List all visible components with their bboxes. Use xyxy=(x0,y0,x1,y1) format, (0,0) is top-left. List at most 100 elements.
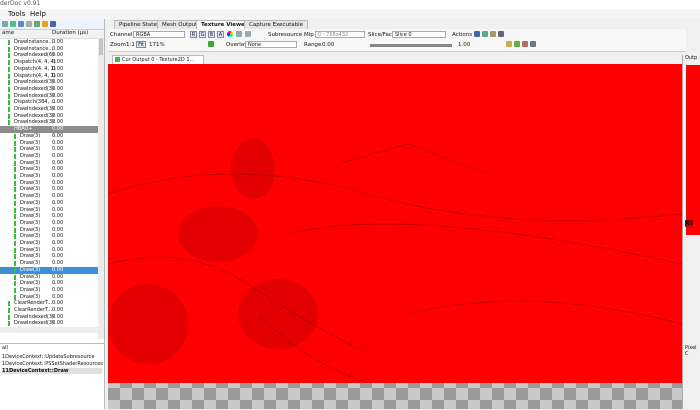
save-texture-icon[interactable] xyxy=(474,31,480,37)
event-marker xyxy=(14,180,16,186)
texture-shading xyxy=(108,139,318,364)
callstack-item[interactable]: 1DeviceContext::UpdateSubresource xyxy=(2,354,95,360)
texture-blob xyxy=(238,279,318,349)
event-marker xyxy=(14,281,16,287)
tab-capture-executable[interactable]: Capture Executable xyxy=(244,20,309,29)
tab-pipeline-state[interactable]: Pipeline State xyxy=(114,20,162,29)
pixel-context-label: Pixel C xyxy=(685,345,697,357)
event-marker xyxy=(8,107,10,112)
bookmark-icon[interactable] xyxy=(42,21,48,27)
forward-icon[interactable] xyxy=(10,21,16,27)
event-marker xyxy=(14,194,16,200)
event-browser: ame Duration (µs) DrawInstance... 0.00 Dra… xyxy=(0,19,105,410)
event-marker xyxy=(14,267,16,273)
texture-toolbar: Channels RGBA R G B A Subresource Mip 0 … xyxy=(108,29,686,52)
histogram-icon[interactable] xyxy=(530,41,536,47)
event-marker xyxy=(14,247,16,253)
event-marker xyxy=(8,301,10,307)
event-hscrollbar[interactable] xyxy=(0,327,104,333)
output-thumbnail[interactable] xyxy=(686,65,700,235)
auto-fit-icon[interactable] xyxy=(514,41,520,47)
display-icon[interactable] xyxy=(236,31,242,37)
event-marker xyxy=(14,147,16,153)
menu-tools[interactable]: Tools xyxy=(8,10,25,18)
event-marker xyxy=(8,53,10,59)
filter-icon[interactable] xyxy=(34,21,40,27)
view-icon[interactable] xyxy=(490,31,496,37)
back-icon[interactable] xyxy=(2,21,8,27)
event-marker xyxy=(14,227,16,233)
texture-tab-label: Cur Output 0 - Texture2D 1... xyxy=(122,57,195,63)
save-icon[interactable] xyxy=(50,21,56,27)
event-toolbar xyxy=(0,19,104,30)
flip-icon[interactable] xyxy=(208,41,214,47)
channel-g-toggle[interactable]: G xyxy=(199,31,206,38)
texture-blob xyxy=(231,139,275,199)
range-max[interactable]: 1.00 xyxy=(458,41,470,49)
event-marker xyxy=(8,93,10,99)
reset-icon[interactable] xyxy=(522,41,528,47)
range-min[interactable]: 0.00 xyxy=(322,41,334,49)
event-marker xyxy=(14,254,16,260)
subresource-label: Subresource xyxy=(268,32,303,38)
texture-line xyxy=(287,223,682,265)
zoom-label: Zoom xyxy=(110,42,126,48)
event-list: DrawInstance... 0.00 DrawInstance... 0.00 Dr… xyxy=(0,39,98,327)
callstack-panel: all 1DeviceContext::UpdateSubresource 1D… xyxy=(0,343,104,410)
channel-a-toggle[interactable]: A xyxy=(217,31,224,38)
timeline-icon[interactable] xyxy=(26,21,32,27)
main-tabs: Pipeline State Mesh Output Texture Viewe… xyxy=(108,19,700,29)
camera-icon[interactable] xyxy=(498,31,504,37)
mip-select[interactable]: 0 - 768x432 xyxy=(315,31,365,38)
range-slider[interactable] xyxy=(370,44,452,47)
event-marker xyxy=(14,153,16,159)
event-marker xyxy=(8,314,10,320)
overlay-select[interactable]: None xyxy=(245,41,297,48)
texture-canvas[interactable] xyxy=(108,64,682,409)
event-marker xyxy=(8,46,10,52)
event-marker xyxy=(14,133,16,139)
event-marker xyxy=(8,113,10,119)
settings-icon[interactable] xyxy=(245,31,251,37)
event-scrollbar[interactable] xyxy=(98,39,104,339)
app-title: derDoc v0.91 xyxy=(0,0,41,7)
event-marker xyxy=(8,120,10,126)
zoom-value[interactable]: 171% xyxy=(149,41,165,49)
actions-label: Actions xyxy=(452,32,473,38)
goto-icon[interactable] xyxy=(482,31,488,37)
texture-line xyxy=(407,300,682,325)
channels-select[interactable]: RGBA xyxy=(133,31,185,38)
texture-tab[interactable]: Cur Output 0 - Texture2D 1... xyxy=(112,55,204,64)
event-marker xyxy=(14,174,16,179)
texture-detail xyxy=(108,143,682,383)
scroll-thumb[interactable] xyxy=(99,39,103,55)
menu-help[interactable]: Help xyxy=(30,10,46,18)
event-marker xyxy=(14,140,16,146)
event-marker xyxy=(8,321,10,327)
event-marker xyxy=(14,167,16,173)
event-marker xyxy=(8,100,10,106)
channel-b-toggle[interactable]: B xyxy=(208,31,215,38)
mip-label: Mip xyxy=(304,32,314,38)
zoom-icon[interactable] xyxy=(506,41,512,47)
slice-select[interactable]: Slice 0 xyxy=(392,31,446,38)
title-bar: derDoc v0.91 xyxy=(0,0,700,9)
texture-blob xyxy=(178,206,258,262)
channel-r-toggle[interactable]: R xyxy=(190,31,197,38)
zoom-1to1-button[interactable]: 1:1 xyxy=(126,41,135,49)
callstack-item[interactable]: 1DeviceContext::PSSetShaderResources xyxy=(2,361,103,367)
color-picker-icon[interactable] xyxy=(227,31,233,37)
event-marker xyxy=(14,160,16,166)
rt-badge: RT xyxy=(685,220,694,227)
event-marker xyxy=(8,80,10,86)
event-marker xyxy=(14,234,16,240)
callstack-item-selected[interactable]: 11DeviceContext::Draw xyxy=(2,368,102,374)
col-duration[interactable]: Duration (µs) xyxy=(52,30,88,36)
event-marker xyxy=(14,261,16,267)
find-icon[interactable] xyxy=(18,21,24,27)
col-name[interactable]: ame xyxy=(2,30,14,36)
event-marker xyxy=(14,241,16,246)
fit-button[interactable]: Fit xyxy=(136,41,146,48)
texture-blob xyxy=(108,284,188,364)
texture-image[interactable] xyxy=(108,64,682,383)
